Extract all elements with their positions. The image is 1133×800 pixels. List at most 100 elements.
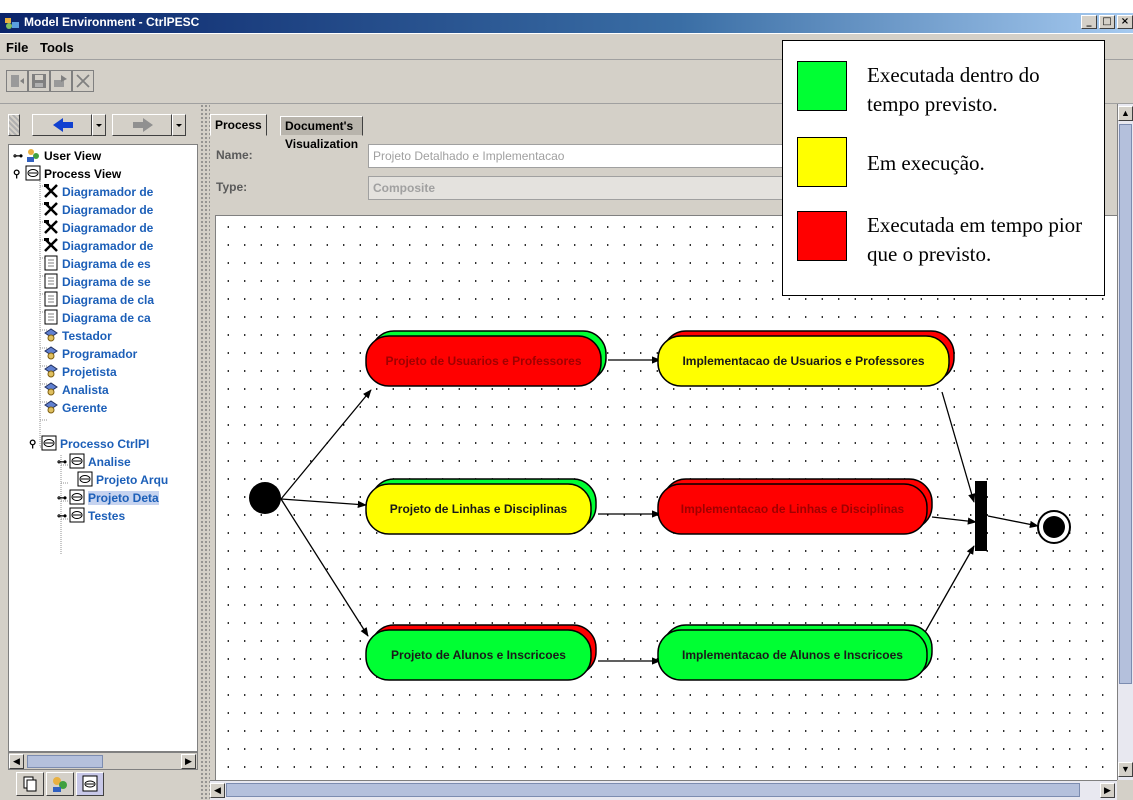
tree-expander-icon[interactable]: ⊶: [57, 508, 69, 526]
process-diagram-canvas[interactable]: Projeto de Usuarios e Professores Impleme…: [215, 215, 1117, 780]
tree-item-label: Processo CtrlPI: [60, 437, 150, 451]
scroll-up-arrow[interactable]: ▲: [1118, 106, 1133, 121]
tree-item[interactable]: ⊶ Projeto Deta: [57, 489, 159, 507]
tree-item[interactable]: Testador: [43, 327, 112, 345]
tree-item-label: Diagrama de cla: [62, 293, 155, 307]
vertical-scroll-thumb[interactable]: [1119, 124, 1132, 684]
role-icon: [43, 345, 59, 361]
role-icon: [43, 327, 59, 343]
back-dropdown[interactable]: [92, 114, 106, 136]
tools-icon: [43, 183, 59, 199]
process-icon: [82, 775, 98, 792]
arrow-implementacao-usuarios-to-join: [941, 391, 976, 503]
tree-item[interactable]: Diagramador de: [43, 183, 153, 201]
tree-item[interactable]: Analista: [43, 381, 109, 399]
tab-process[interactable]: [76, 772, 104, 796]
menu-tools[interactable]: Tools: [40, 40, 74, 55]
minimize-button[interactable]: _: [1081, 15, 1097, 29]
tools-icon: [43, 201, 59, 217]
legend-row-yellow: Em execução.: [797, 137, 1097, 187]
tree-item[interactable]: Projeto Arqu: [77, 471, 168, 489]
activity-label: Implementacao de Usuarios e Professores: [682, 354, 924, 368]
tree-item[interactable]: ⊶ User View: [13, 147, 101, 165]
close-icon: [76, 74, 90, 88]
tree-expander-icon[interactable]: ⊶: [57, 490, 69, 508]
users-icon: [53, 777, 67, 792]
import-button[interactable]: [6, 70, 28, 92]
tree-item[interactable]: ⚲ Processo CtrlPI: [29, 435, 149, 453]
tree-item-label: Process View: [44, 167, 122, 181]
role-icon: [43, 381, 59, 397]
scroll-left-arrow[interactable]: ◀: [210, 783, 225, 798]
tree-item-label: Testador: [62, 329, 112, 343]
document-icon: [43, 255, 59, 271]
import-icon: [11, 75, 24, 87]
legend-swatch-yellow: [797, 137, 847, 187]
scroll-down-arrow[interactable]: ▼: [1118, 762, 1133, 777]
activity-label: Implementacao de Alunos e Inscricoes: [682, 648, 903, 662]
activity-label: Projeto de Usuarios e Professores: [385, 354, 581, 368]
activity-label: Projeto de Linhas e Disciplinas: [390, 502, 568, 516]
scroll-right-arrow[interactable]: ▶: [181, 754, 196, 769]
tree-item[interactable]: Projetista: [43, 363, 117, 381]
horizontal-scroll-thumb[interactable]: [226, 783, 1080, 797]
panel-splitter[interactable]: [200, 104, 210, 800]
tab-documents[interactable]: [16, 772, 44, 796]
process-tree: ⊶ User View ⚲ Process View Diagramador de Dia…: [8, 144, 198, 752]
chevron-down-icon: [176, 124, 182, 127]
tree-horizontal-scrollbar[interactable]: ◀ ▶: [8, 752, 198, 770]
tree-item[interactable]: ⊶ Testes: [57, 507, 125, 525]
maximize-button[interactable]: □: [1099, 15, 1115, 29]
tab-process[interactable]: Process: [210, 114, 267, 136]
menu-file[interactable]: File: [6, 40, 28, 55]
name-label: Name:: [216, 148, 253, 162]
role-icon: [43, 363, 59, 379]
tree-expander-icon[interactable]: ⊶: [57, 454, 69, 472]
scroll-thumb[interactable]: [27, 755, 103, 768]
save-icon: [32, 74, 46, 88]
canvas-vertical-scrollbar[interactable]: ▲ ▼: [1117, 104, 1133, 780]
close-button[interactable]: ×: [1117, 15, 1133, 29]
arrow-join-to-end: [987, 515, 1039, 528]
legend-text-green: Executada dentro do tempo previsto.: [867, 63, 1040, 116]
tree-item-label: Analista: [62, 383, 109, 397]
forward-button[interactable]: [112, 114, 172, 136]
tree-item-label: Diagrama de es: [62, 257, 151, 271]
tree-item[interactable]: Diagrama de cla: [43, 291, 154, 309]
tree-item[interactable]: Diagramador de: [43, 219, 153, 237]
tree-item-label: Projetista: [62, 365, 117, 379]
tree-item[interactable]: ⚲ Process View: [13, 165, 121, 183]
legend-row-green: Executada dentro do tempo previsto.: [797, 61, 1097, 119]
drag-handle[interactable]: [8, 114, 20, 136]
close-diagram-button[interactable]: [72, 70, 94, 92]
tree-item[interactable]: Gerente: [43, 399, 107, 417]
tree-item-label: Diagrama de se: [62, 275, 151, 289]
forward-dropdown[interactable]: [172, 114, 186, 136]
canvas-horizontal-scrollbar[interactable]: ◀ ▶: [210, 780, 1117, 800]
tree-expander-icon[interactable]: ⚲: [29, 436, 41, 454]
join-bar: [975, 481, 987, 551]
scroll-left-arrow[interactable]: ◀: [9, 754, 24, 769]
process-icon: [69, 453, 85, 469]
scroll-right-arrow[interactable]: ▶: [1100, 783, 1115, 798]
process-icon: [25, 165, 41, 181]
tree-item[interactable]: ⊶ Analise: [57, 453, 131, 471]
tree-item[interactable]: Programador: [43, 345, 137, 363]
back-button[interactable]: [32, 114, 92, 136]
arrow-implementacao-alunos-to-join: [923, 545, 975, 635]
tab-users[interactable]: [46, 772, 74, 796]
tree-expander-icon[interactable]: ⚲: [13, 166, 25, 184]
legend-row-red: Executada em tempo pior que o previsto.: [797, 211, 1097, 269]
tree-item[interactable]: Diagrama de es: [43, 255, 151, 273]
tree-item[interactable]: Diagramador de: [43, 201, 153, 219]
save-button[interactable]: [28, 70, 50, 92]
tree-item[interactable]: Diagrama de ca: [43, 309, 151, 327]
activity-label: Implementacao de Linhas e Disciplinas: [681, 502, 905, 516]
tree-expander-icon[interactable]: ⊶: [13, 148, 25, 166]
export-button[interactable]: [50, 70, 72, 92]
arrow-implementacao-linhas-to-join: [931, 516, 977, 525]
tree-item[interactable]: Diagramador de: [43, 237, 153, 255]
tree-item[interactable]: Diagrama de se: [43, 273, 151, 291]
tab-documents-visualization[interactable]: Document's Visualization: [280, 116, 364, 151]
activity-node: Projeto de Usuarios e Professores: [365, 330, 607, 387]
